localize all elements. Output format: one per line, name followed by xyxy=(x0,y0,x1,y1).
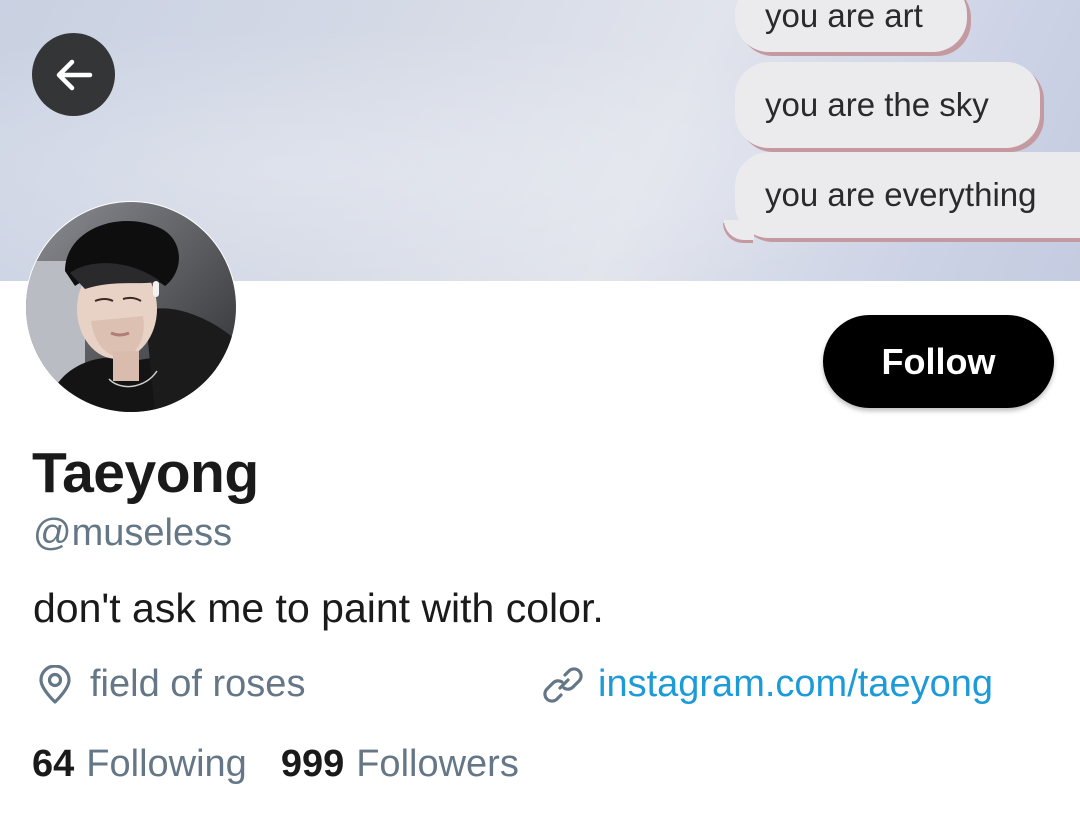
banner-message-bubble: you are everything xyxy=(735,152,1080,238)
follow-button-label: Follow xyxy=(881,340,996,382)
followers-count: 999 xyxy=(280,743,345,785)
followers-stat[interactable]: 999 Followers xyxy=(281,743,519,786)
profile-bio: don't ask me to paint with color. xyxy=(33,585,604,631)
bubble-tail xyxy=(724,220,754,240)
following-stat[interactable]: 64 Following xyxy=(32,743,247,786)
location-pin-icon xyxy=(39,664,71,704)
banner-message-text: you are everything xyxy=(765,176,1037,213)
website-text[interactable]: instagram.com/taeyong xyxy=(598,663,993,706)
back-button[interactable] xyxy=(32,33,115,116)
following-count: 64 xyxy=(32,743,75,785)
profile-meta: field of roses instagram.com/taeyong xyxy=(0,663,1080,719)
banner-message-text: you are the sky xyxy=(765,86,989,123)
banner-message-bubble: you are art xyxy=(735,0,967,52)
followers-label: Followers xyxy=(356,743,519,785)
display-name: Taeyong xyxy=(32,441,259,505)
avatar-image xyxy=(26,202,236,412)
profile-website-link[interactable]: instagram.com/taeyong xyxy=(542,663,993,706)
link-icon xyxy=(543,666,583,703)
follow-button[interactable]: Follow xyxy=(823,315,1054,408)
arrow-left-icon xyxy=(56,59,92,90)
user-handle: @museless xyxy=(33,512,233,554)
profile-location: field of roses xyxy=(36,663,305,706)
follow-stats: 64 Following 999 Followers xyxy=(32,743,519,786)
location-text: field of roses xyxy=(90,663,306,705)
following-label: Following xyxy=(86,743,247,785)
profile-avatar[interactable] xyxy=(25,201,237,413)
banner-message-bubble: you are the sky xyxy=(735,62,1040,148)
banner-message-text: you are art xyxy=(765,0,923,34)
